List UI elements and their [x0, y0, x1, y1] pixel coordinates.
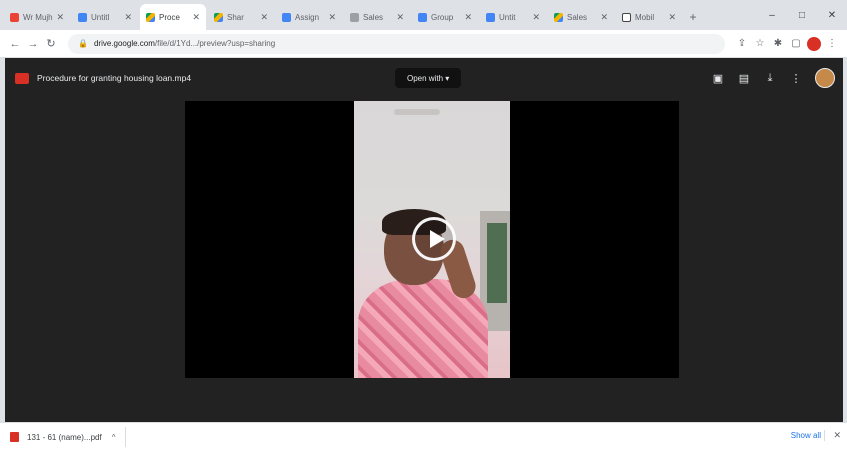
tab-sales-drive[interactable]: Sales ✕: [548, 4, 614, 30]
close-tab-icon[interactable]: ✕: [260, 12, 268, 23]
tab-untitled-doc[interactable]: Untitl ✕: [72, 4, 138, 30]
forward-arrow-icon[interactable]: →: [24, 38, 42, 50]
tab-procedure[interactable]: Proce ✕: [140, 4, 206, 30]
profile-icon[interactable]: [807, 36, 821, 51]
tab-sales[interactable]: Sales ✕: [344, 4, 410, 30]
browser-menu-icon[interactable]: ⋮: [823, 38, 841, 49]
docs-icon: [486, 12, 495, 22]
download-shelf: 131 - 61 (name)...pdf ^ Show all ✕: [0, 422, 847, 451]
close-tab-icon[interactable]: ✕: [464, 12, 472, 23]
minimize-button[interactable]: –: [757, 0, 787, 30]
video-frame: [354, 101, 510, 378]
tab-untitled[interactable]: Untit ✕: [480, 4, 546, 30]
tab-gmail[interactable]: Wr Mujh ✕: [4, 4, 70, 30]
close-tab-icon[interactable]: ✕: [124, 12, 132, 23]
show-all-link[interactable]: Show all: [791, 431, 821, 440]
open-with-button[interactable]: Open with ▾: [395, 68, 462, 88]
tab-search-icon[interactable]: ▢: [787, 38, 805, 49]
docs-icon: [78, 12, 87, 22]
close-shelf-button[interactable]: ✕: [824, 430, 841, 441]
video-file-icon: [15, 72, 29, 84]
browser-toolbar: ← → ↻ 🔒 drive.google.com /file/d/1Yd.../…: [0, 30, 847, 58]
pdf-file-icon: [10, 432, 19, 442]
add-comment-icon[interactable]: ▤: [731, 66, 757, 90]
tab-mobile[interactable]: Mobil ✕: [616, 4, 682, 30]
file-name: Procedure for granting housing loan.mp4: [37, 73, 192, 83]
preview-actions: ▣ ▤ ⤓ ⋮: [705, 66, 835, 90]
share-icon[interactable]: ⇪: [733, 38, 751, 49]
docs-icon: [418, 12, 427, 22]
back-arrow-icon[interactable]: ←: [6, 38, 24, 50]
close-tab-icon[interactable]: ✕: [600, 12, 608, 23]
window-controls: – □ ✕: [757, 0, 847, 30]
download-file-name: 131 - 61 (name)...pdf: [27, 432, 102, 442]
chevron-up-icon[interactable]: ^: [112, 433, 116, 442]
tab-assign[interactable]: Assign ✕: [276, 4, 342, 30]
avatar[interactable]: [815, 68, 835, 88]
bookmark-star-icon[interactable]: ☆: [751, 38, 769, 49]
drive-preview: Procedure for granting housing loan.mp4 …: [5, 58, 843, 422]
drive-icon: [554, 12, 563, 22]
address-bar[interactable]: 🔒 drive.google.com /file/d/1Yd.../previe…: [68, 33, 725, 54]
close-tab-icon[interactable]: ✕: [192, 12, 200, 23]
video-player[interactable]: [185, 101, 679, 378]
tab-group[interactable]: Group ✕: [412, 4, 478, 30]
close-tab-icon[interactable]: ✕: [328, 12, 336, 23]
extension-icon[interactable]: ✱: [769, 38, 787, 49]
more-options-icon[interactable]: ⋮: [783, 66, 809, 90]
address-host: drive.google.com: [93, 39, 155, 48]
close-tab-icon[interactable]: ✕: [532, 12, 540, 23]
address-path: /file/d/1Yd.../preview?usp=sharing: [154, 39, 276, 48]
play-icon[interactable]: [412, 217, 456, 261]
page-icon: [350, 12, 359, 22]
download-item[interactable]: 131 - 61 (name)...pdf ^: [10, 427, 127, 447]
add-shortcut-icon[interactable]: ▣: [705, 66, 731, 90]
close-tab-icon[interactable]: ✕: [396, 12, 404, 23]
close-tab-icon[interactable]: ✕: [56, 12, 64, 23]
reload-icon[interactable]: ↻: [42, 37, 60, 50]
drive-icon: [214, 12, 223, 22]
close-window-button[interactable]: ✕: [817, 0, 847, 30]
docs-icon: [282, 12, 291, 22]
notion-icon: [622, 12, 631, 22]
close-tab-icon[interactable]: ✕: [668, 12, 676, 23]
new-tab-button[interactable]: +: [684, 4, 702, 30]
tab-strip: Wr Mujh ✕ Untitl ✕ Proce ✕ Shar ✕ Assign ✕ Sa…: [0, 0, 847, 30]
drive-icon: [146, 12, 155, 22]
tab-shared[interactable]: Shar ✕: [208, 4, 274, 30]
lock-icon: 🔒: [78, 39, 88, 48]
maximize-button[interactable]: □: [787, 0, 817, 30]
gmail-icon: [10, 12, 19, 22]
download-icon[interactable]: ⤓: [757, 66, 783, 90]
